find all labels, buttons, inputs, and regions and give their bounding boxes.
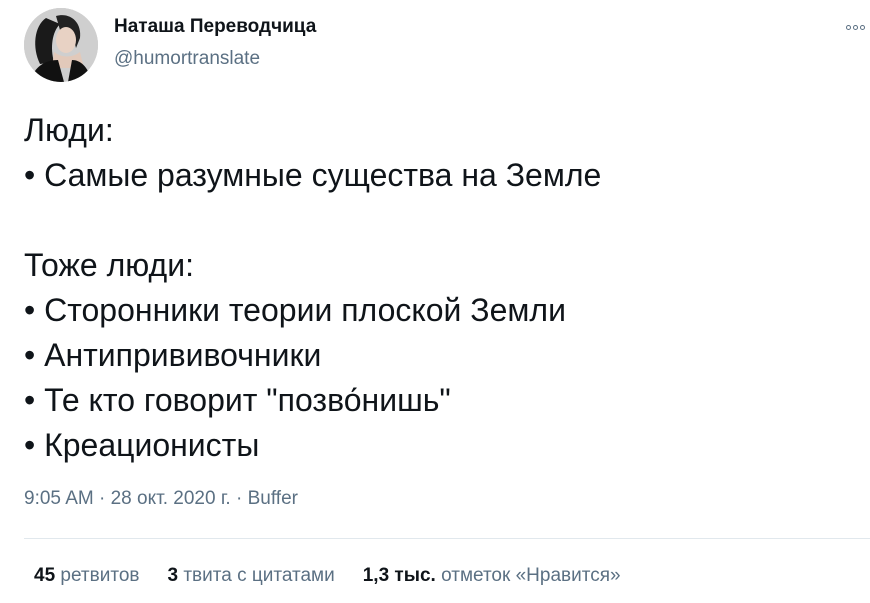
likes-stat[interactable]: 1,3 тыс. отметок «Нравится» bbox=[363, 565, 621, 587]
likes-label: отметок «Нравится» bbox=[441, 565, 621, 586]
tweet-date[interactable]: 28 окт. 2020 г. bbox=[111, 488, 231, 509]
separator: · bbox=[230, 488, 248, 509]
avatar-image bbox=[24, 8, 98, 82]
more-dot bbox=[846, 24, 851, 30]
tweet-line: • Самые разумные существа на Земле bbox=[24, 157, 602, 193]
avatar[interactable] bbox=[24, 8, 98, 82]
retweets-stat[interactable]: 45 ретвитов bbox=[34, 565, 139, 587]
tweet-stats: 45 ретвитов 3 твита с цитатами 1,3 тыс. … bbox=[34, 565, 621, 587]
tweet-time[interactable]: 9:05 AM bbox=[24, 488, 94, 509]
retweets-label: ретвитов bbox=[60, 565, 140, 586]
tweet-line: • Сторонники теории плоской Земли bbox=[24, 292, 566, 328]
tweet-text: Люди: • Самые разумные существа на Земле… bbox=[24, 108, 601, 468]
more-dot bbox=[853, 24, 858, 30]
more-dot bbox=[860, 24, 865, 30]
separator: · bbox=[93, 488, 111, 509]
tweet: Наташа Переводчица @humortranslate Люди:… bbox=[0, 0, 870, 603]
author-handle[interactable]: @humortranslate bbox=[114, 48, 260, 70]
tweet-timestamp: 9:05 AM · 28 окт. 2020 г. · Buffer bbox=[24, 488, 298, 510]
tweet-source[interactable]: Buffer bbox=[248, 488, 298, 509]
likes-count: 1,3 тыс. bbox=[362, 565, 436, 586]
quotes-stat[interactable]: 3 твита с цитатами bbox=[167, 565, 334, 587]
more-icon[interactable] bbox=[846, 18, 870, 36]
divider bbox=[24, 538, 870, 539]
quotes-label: твита с цитатами bbox=[183, 565, 335, 586]
tweet-line: • Те кто говорит "позво́нишь" bbox=[24, 382, 451, 418]
quotes-count: 3 bbox=[167, 565, 179, 586]
tweet-line: • Креационисты bbox=[24, 427, 260, 463]
tweet-line: Люди: bbox=[24, 112, 114, 148]
retweets-count: 45 bbox=[34, 565, 56, 586]
author-name[interactable]: Наташа Переводчица bbox=[114, 16, 316, 38]
tweet-line: Тоже люди: bbox=[24, 247, 194, 283]
tweet-line: • Антипрививочники bbox=[24, 337, 322, 373]
